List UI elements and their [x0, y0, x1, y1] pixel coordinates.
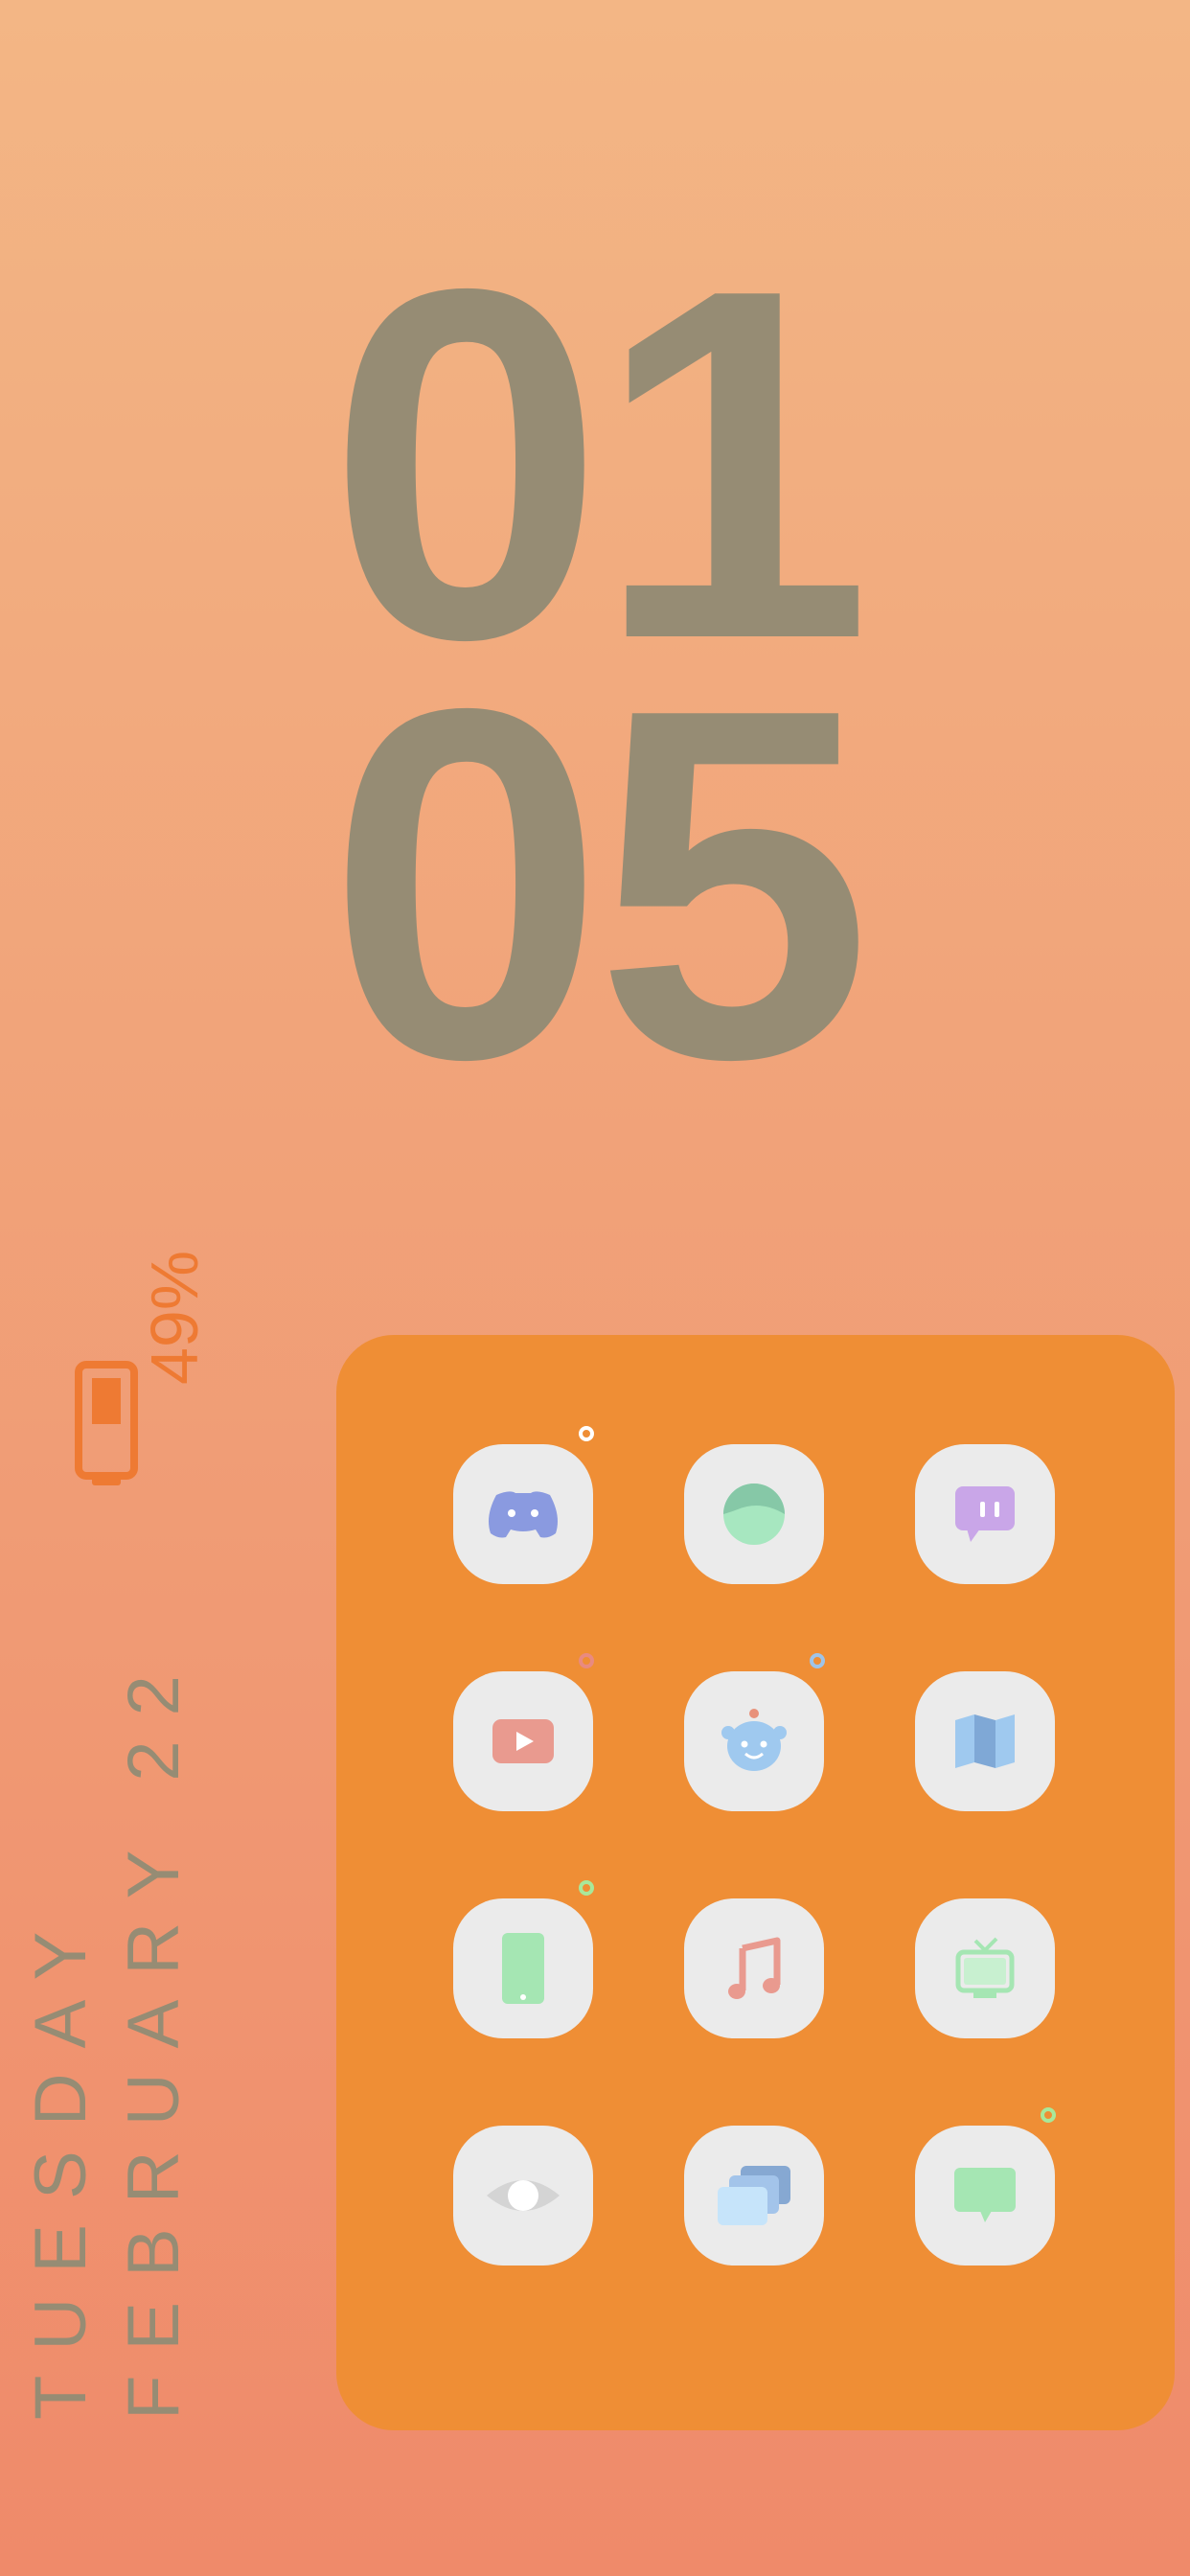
app-discord[interactable] [453, 1444, 593, 1584]
app-maps[interactable] [915, 1671, 1055, 1811]
music-icon [728, 1937, 781, 1999]
reddit-icon [721, 1709, 787, 1771]
youtube-icon [492, 1719, 554, 1763]
tv-icon [955, 1937, 1015, 1998]
eye-icon [487, 2180, 560, 2211]
clock-minute: 05 [327, 606, 872, 1162]
discord-icon [489, 1491, 558, 1538]
app-panel [336, 1335, 1175, 2430]
notification-dot [810, 1653, 825, 1668]
notification-dot [579, 1426, 594, 1441]
app-messages[interactable] [915, 2126, 1055, 2266]
messages-icon [954, 2168, 1016, 2222]
battery-percent: 49% [136, 1250, 212, 1385]
notification-dot [1041, 2107, 1056, 2123]
date-label: FEBRUARY 22 [113, 1650, 195, 2420]
sphere-icon [723, 1484, 785, 1545]
maps-icon [955, 1714, 1015, 1768]
weekday-label: TUESDAY [20, 1906, 102, 2420]
notification-dot [579, 1653, 594, 1668]
app-gallery[interactable] [684, 2126, 824, 2266]
phone-icon [502, 1933, 544, 2004]
notification-dot [579, 1880, 594, 1896]
app-sphere[interactable] [684, 1444, 824, 1584]
app-phone[interactable] [453, 1898, 593, 2038]
app-eye[interactable] [453, 2126, 593, 2266]
app-tv[interactable] [915, 1898, 1055, 2038]
app-youtube[interactable] [453, 1671, 593, 1811]
twitch-icon [955, 1486, 1015, 1542]
battery-icon [75, 1361, 138, 1485]
gallery-icon [718, 2166, 790, 2225]
app-twitch[interactable] [915, 1444, 1055, 1584]
app-reddit[interactable] [684, 1671, 824, 1811]
app-music[interactable] [684, 1898, 824, 2038]
